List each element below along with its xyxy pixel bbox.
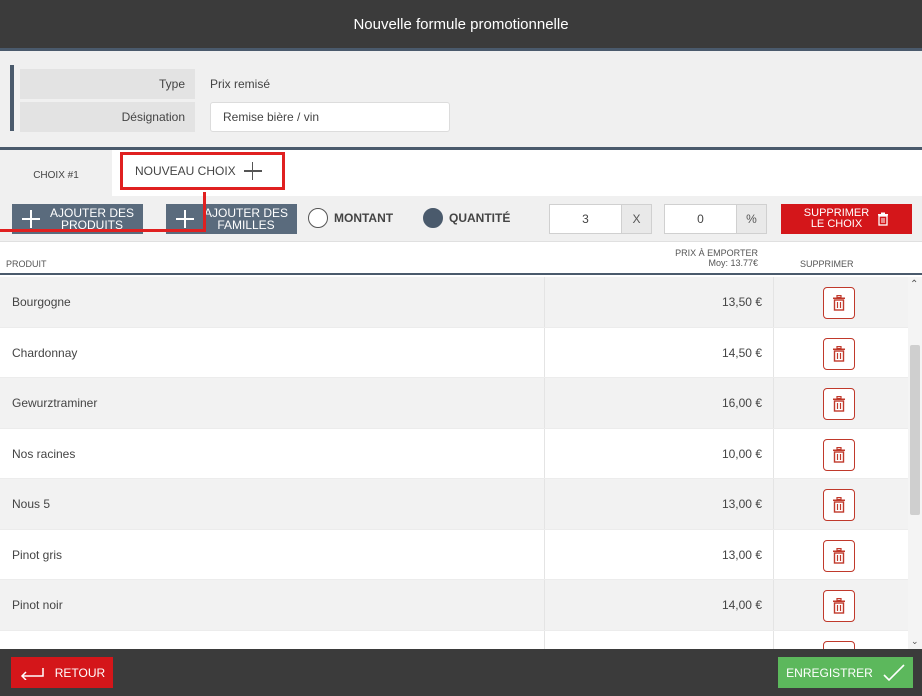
radio-circle-icon	[308, 208, 328, 228]
product-name: Bourgogne	[12, 295, 71, 309]
delete-row-button[interactable]	[823, 590, 855, 622]
trash-icon	[833, 396, 845, 412]
annotation-line	[203, 192, 206, 232]
add-families-label-2: FAMILLES	[217, 218, 275, 232]
tab-label: CHOIX #1	[33, 169, 79, 181]
trash-icon	[833, 295, 845, 311]
title-bar: Nouvelle formule promotionnelle	[0, 0, 922, 48]
tab-nouveau-choix[interactable]: NOUVEAU CHOIX	[120, 152, 285, 190]
trash-icon	[833, 446, 845, 463]
trash-icon	[833, 345, 845, 362]
quantity-input[interactable]: 3	[549, 204, 622, 234]
form-section: Type Prix remisé Désignation Remise bièr…	[0, 51, 922, 149]
table-row: Gewurztraminer 16,00 €	[0, 378, 908, 429]
trash-icon	[833, 497, 845, 513]
back-button[interactable]: RETOUR	[11, 657, 113, 688]
footer-bar: RETOUR ENREGISTRER	[0, 649, 922, 696]
product-price: 13,00 €	[721, 547, 762, 562]
form-accent-bar	[10, 65, 14, 131]
radio-selected-icon	[423, 208, 443, 228]
product-list: Bourgogne 13,50 € Chardonnay 14,50 € Gew…	[0, 277, 908, 649]
trash-icon	[878, 212, 889, 226]
col-delete-header: SUPPRIMER	[800, 259, 854, 269]
list-scrollbar[interactable]: ⌃ ⌄	[908, 277, 922, 649]
delete-choice-label-2: LE CHOIX	[810, 218, 863, 230]
type-value: Prix remisé	[210, 77, 271, 91]
chevron-down-icon[interactable]: ⌄	[911, 636, 919, 647]
delete-row-button[interactable]	[823, 287, 855, 319]
product-name: Nos racines	[12, 446, 76, 461]
product-price: 13,00 €	[721, 497, 762, 511]
delete-row-button[interactable]	[823, 438, 855, 471]
table-row: Bourgogne 13,50 €	[0, 277, 908, 328]
col-price-label: PRIX À EMPORTER	[675, 248, 758, 258]
table-row: Nos racines 10,00 €	[0, 428, 908, 479]
plus-icon	[22, 210, 40, 228]
table-row: Nous 5 13,00 €	[0, 479, 908, 530]
table-row	[0, 630, 908, 649]
designation-label: Désignation	[20, 102, 195, 132]
radio-quantite-label: QUANTITÉ	[449, 211, 511, 225]
delete-row-button[interactable]	[823, 337, 855, 370]
col-price-average: Moy: 13.77€	[708, 258, 758, 268]
product-price: 14,50 €	[721, 345, 762, 360]
scrollbar-thumb[interactable]	[910, 345, 920, 515]
back-label: RETOUR	[54, 665, 106, 680]
designation-input[interactable]: Remise bière / vin	[210, 102, 450, 132]
radio-montant-label: MONTANT	[334, 211, 394, 225]
col-price-header: PRIX À EMPORTER Moy: 13.77€	[675, 248, 758, 268]
product-price: 16,00 €	[721, 396, 762, 410]
product-price: 10,00 €	[721, 446, 762, 461]
product-name: Nous 5	[12, 497, 51, 511]
chevron-up-icon[interactable]: ⌃	[910, 279, 918, 290]
product-name: Pinot noir	[12, 598, 63, 612]
delete-row-button[interactable]	[823, 539, 855, 572]
table-header: PRODUIT PRIX À EMPORTER Moy: 13.77€ SUPP…	[0, 243, 922, 275]
product-name: Gewurztraminer	[12, 396, 98, 410]
type-label: Type	[20, 69, 195, 99]
radio-montant[interactable]: MONTANT	[308, 208, 393, 228]
quantity-unit: X	[622, 204, 652, 234]
arrow-left-icon	[20, 667, 44, 680]
choice-tabs: CHOIX #1 NOUVEAU CHOIX	[0, 150, 922, 196]
table-row: Pinot gris 13,00 €	[0, 529, 908, 580]
radio-quantite[interactable]: QUANTITÉ	[423, 208, 510, 228]
tab-label: NOUVEAU CHOIX	[135, 164, 236, 178]
product-name: Pinot gris	[12, 547, 63, 562]
col-product-header: PRODUIT	[6, 259, 47, 269]
product-name: Chardonnay	[12, 345, 78, 360]
tab-choix-1[interactable]: CHOIX #1	[0, 150, 112, 196]
delete-choice-button[interactable]: SUPPRIMER LE CHOIX	[781, 204, 912, 234]
annotation-line	[0, 229, 206, 232]
product-price: 14,00 €	[721, 598, 762, 612]
table-row: Chardonnay 14,50 €	[0, 327, 908, 378]
percent-input[interactable]: 0	[664, 204, 737, 234]
plus-icon	[243, 162, 262, 180]
page-title: Nouvelle formule promotionnelle	[353, 15, 569, 33]
trash-icon	[833, 598, 845, 614]
plus-icon	[176, 210, 194, 228]
delete-row-button[interactable]	[823, 640, 855, 649]
percent-unit: %	[737, 204, 767, 234]
choice-toolbar: AJOUTER DES PRODUITS AJOUTER DES FAMILLE…	[0, 196, 922, 242]
trash-icon	[833, 547, 845, 564]
product-price: 13,50 €	[721, 295, 762, 309]
table-row: Pinot noir 14,00 €	[0, 580, 908, 631]
check-icon	[883, 663, 905, 681]
save-label: ENREGISTRER	[786, 665, 873, 680]
delete-row-button[interactable]	[823, 489, 855, 521]
save-button[interactable]: ENREGISTRER	[778, 657, 913, 688]
delete-row-button[interactable]	[823, 388, 855, 420]
